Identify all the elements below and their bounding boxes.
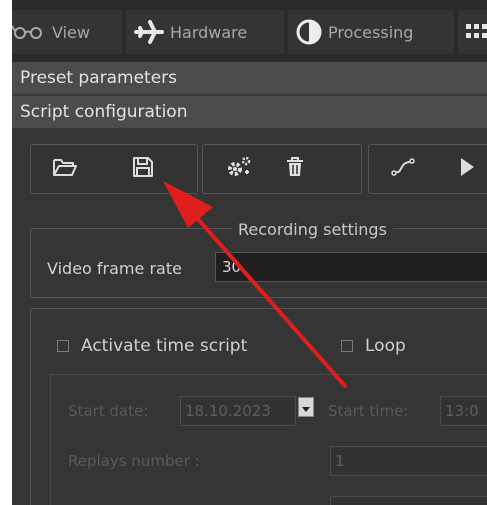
start-date-field: 18.10.2023 xyxy=(180,396,296,426)
replays-number-label: Replays number : xyxy=(68,452,200,470)
chevron-down-icon xyxy=(301,398,311,417)
script-configuration-header[interactable]: Script configuration xyxy=(12,96,487,128)
delete-button[interactable] xyxy=(279,154,311,184)
video-frame-rate-input[interactable]: 30 xyxy=(215,252,487,282)
tab-processing[interactable]: Processing xyxy=(288,10,454,54)
folder-open-icon xyxy=(52,156,78,182)
activate-time-script-label: Activate time script xyxy=(81,336,248,356)
curve-button[interactable] xyxy=(387,154,419,184)
play-button[interactable] xyxy=(451,154,483,184)
open-button[interactable] xyxy=(49,154,81,184)
tab-grid[interactable] xyxy=(458,10,487,54)
tab-view-label: View xyxy=(52,22,90,42)
trash-icon xyxy=(285,156,305,182)
tab-hardware[interactable]: Hardware xyxy=(126,10,284,54)
playback-toolbar xyxy=(368,144,487,194)
recording-settings-title: Recording settings xyxy=(232,220,393,240)
save-button[interactable] xyxy=(127,154,159,184)
tab-bar: View Hardware Processing xyxy=(12,0,487,62)
glasses-icon xyxy=(12,22,46,42)
settings-button[interactable] xyxy=(223,154,255,184)
checkbox-box xyxy=(341,340,353,352)
time-script-fields xyxy=(50,374,487,505)
start-date-label: Start date: xyxy=(68,402,149,420)
start-time-label: Start time: xyxy=(328,402,409,420)
extra-field xyxy=(330,496,487,505)
script-configuration-panel: Recording settings Video frame rate 30 A… xyxy=(12,128,487,505)
preset-parameters-header[interactable]: Preset parameters xyxy=(12,62,487,94)
activate-time-script-checkbox[interactable]: Activate time script xyxy=(57,336,247,356)
tab-processing-label: Processing xyxy=(328,22,414,42)
curve-icon xyxy=(390,156,416,182)
airplane-icon xyxy=(134,19,164,45)
loop-label: Loop xyxy=(365,336,406,356)
file-toolbar xyxy=(30,144,198,194)
replays-number-field: 1 xyxy=(330,446,487,476)
save-icon xyxy=(131,155,155,183)
loop-checkbox[interactable]: Loop xyxy=(341,336,406,356)
checkbox-box xyxy=(57,340,69,352)
app-window: View Hardware Processing Preset paramete… xyxy=(12,0,487,505)
date-dropdown-button xyxy=(298,397,314,417)
tab-hardware-label: Hardware xyxy=(170,22,248,42)
video-frame-rate-label: Video frame rate xyxy=(47,259,182,278)
gears-icon xyxy=(225,155,253,183)
start-time-field: 13:0 xyxy=(440,396,487,426)
contrast-icon xyxy=(296,19,322,45)
grid-icon xyxy=(464,21,487,43)
edit-toolbar xyxy=(202,144,362,194)
tab-view[interactable]: View xyxy=(12,10,122,54)
play-icon xyxy=(458,156,476,182)
